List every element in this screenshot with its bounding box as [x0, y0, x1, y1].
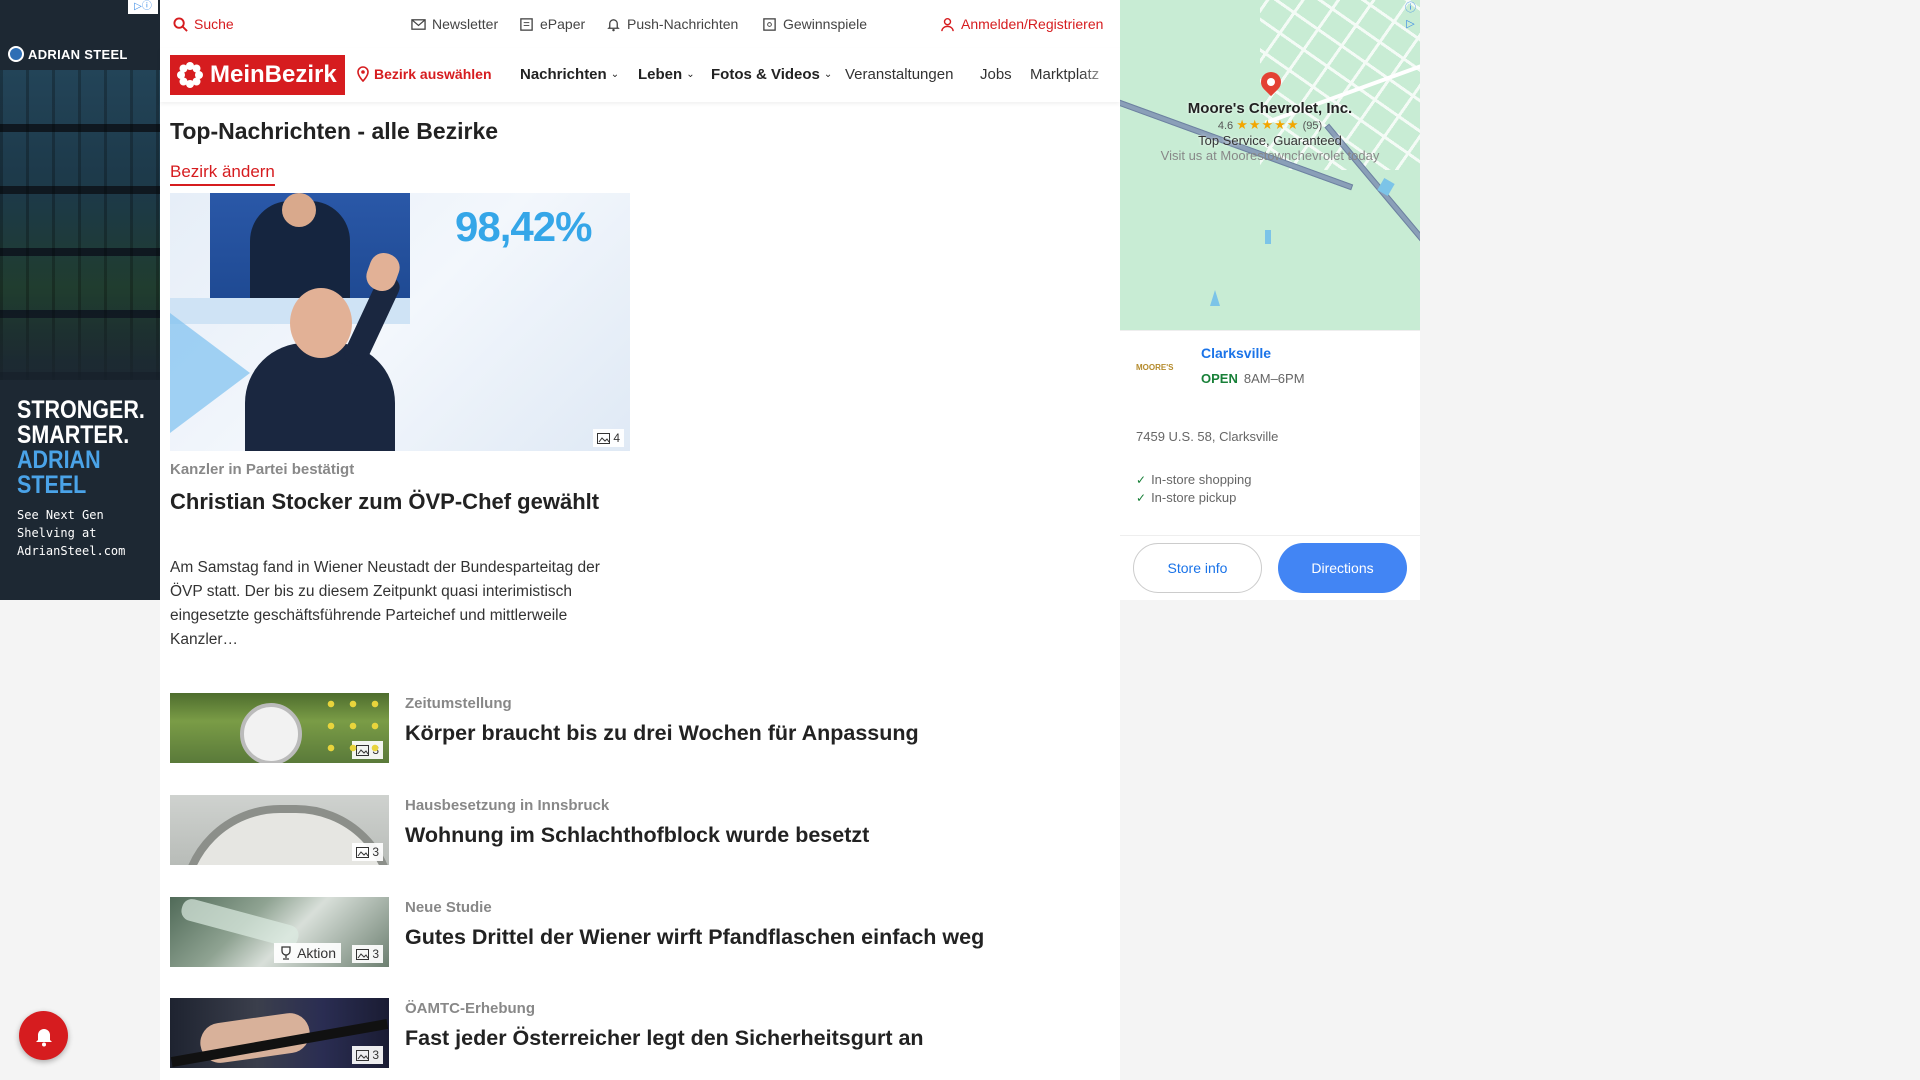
article-kicker: Hausbesetzung in Innsbruck — [405, 797, 610, 814]
ad-slogan: STRONGER. SMARTER. ADRIAN STEEL — [17, 396, 145, 499]
lead-article-image[interactable]: 98,42% 4 — [170, 193, 630, 451]
list-item[interactable]: Aktion 3 Neue Studie Gutes Drittel der W… — [170, 897, 1110, 967]
list-item[interactable]: 3 Zeitumstellung Körper braucht bis zu d… — [170, 693, 1110, 763]
user-icon — [941, 17, 954, 31]
store-info-button[interactable]: Store info — [1133, 543, 1262, 593]
store-details: MOORE'S Clarksville OPEN 8AM–6PM 7459 U.S… — [1120, 330, 1420, 600]
check-icon: ✓ — [1136, 472, 1147, 487]
gewinnspiele-link[interactable]: Gewinnspiele — [762, 16, 867, 32]
nav-item-nachrichten[interactable]: Nachrichten ⌄ — [520, 66, 619, 83]
newsletter-link[interactable]: Newsletter — [411, 16, 498, 32]
store-hours: OPEN 8AM–6PM — [1201, 371, 1305, 386]
article-thumbnail[interactable]: 3 — [170, 693, 389, 763]
page-title: Top-Nachrichten - alle Bezirke — [170, 118, 499, 144]
adchoices-icon[interactable]: ▷ⓘ — [128, 0, 158, 14]
store-feature: ✓ In-store shopping — [1136, 472, 1252, 487]
moores-logo: MOORE'S — [1136, 362, 1174, 372]
place-tagline: Top Service, Guaranteed — [1198, 133, 1342, 148]
directions-button[interactable]: Directions — [1278, 543, 1407, 593]
check-icon: ✓ — [1136, 490, 1147, 505]
place-card: Moore's Chevrolet, Inc. 4.6 ★★★★★ (95) T… — [1120, 100, 1420, 163]
adchoices-icon[interactable]: ⓘ ▷ — [1405, 0, 1416, 32]
article-thumbnail[interactable]: 3 — [170, 795, 389, 865]
flower-logo-icon — [177, 62, 203, 88]
image-count-badge: 3 — [352, 945, 383, 963]
chevron-down-icon: ⌄ — [686, 69, 695, 80]
main-navigation: MeinBezirk Bezirk auswählen Nachrichten ⌄… — [160, 48, 1120, 102]
article-headline[interactable]: Fast jeder Österreicher legt den Sicherh… — [405, 1026, 924, 1051]
article-kicker: Neue Studie — [405, 899, 492, 916]
top-utility-bar: Suche Newsletter ePaper Push-Nachrichten… — [160, 0, 1120, 48]
main-content: Suche Newsletter ePaper Push-Nachrichten… — [160, 0, 1120, 1080]
gallery-icon — [356, 744, 370, 756]
image-count-badge: 3 — [352, 741, 383, 759]
lead-headline[interactable]: Christian Stocker zum ÖVP-Chef gewählt — [170, 486, 620, 517]
gift-icon — [763, 17, 776, 31]
map-ad-banner[interactable]: ⓘ ▷ Moore's Chevrolet, Inc. 4.6 ★★★★★ (95… — [1120, 0, 1420, 600]
push-notifications-link[interactable]: Push-Nachrichten — [606, 16, 738, 32]
left-ad-banner[interactable]: ▷ⓘ ADRIAN STEEL STRONGER. SMARTER. ADRIA… — [0, 0, 160, 600]
place-name: Moore's Chevrolet, Inc. — [1187, 100, 1353, 117]
nav-item-veranstaltungen[interactable]: Veranstaltungen — [845, 66, 953, 83]
login-link[interactable]: Anmelden/Registrieren — [940, 16, 1103, 32]
nav-item-fotos-videos[interactable]: Fotos & Videos ⌄ — [711, 66, 832, 83]
article-kicker: ÖAMTC-Erhebung — [405, 1000, 535, 1017]
nav-item-jobs[interactable]: Jobs — [980, 66, 1012, 83]
bell-icon — [607, 18, 620, 31]
article-headline[interactable]: Körper braucht bis zu drei Wochen für An… — [405, 721, 919, 746]
article-thumbnail[interactable]: Aktion 3 — [170, 897, 389, 967]
district-selector[interactable]: Bezirk auswählen — [356, 66, 492, 82]
chevron-down-icon: ⌄ — [823, 69, 833, 80]
image-count-badge: 3 — [352, 843, 383, 861]
store-address: 7459 U.S. 58, Clarksville — [1136, 429, 1279, 444]
lead-teaser: Am Samstag fand in Wiener Neustadt der B… — [170, 559, 600, 648]
search-icon — [173, 16, 188, 32]
article-headline[interactable]: Wohnung im Schlachthofblock wurde besetz… — [405, 823, 869, 848]
place-visit-text: Visit us at Moorestownchevrolet today — [1160, 148, 1380, 163]
list-item[interactable]: 3 ÖAMTC-Erhebung Fast jeder Österreicher… — [170, 998, 1110, 1068]
store-feature: ✓ In-store pickup — [1136, 490, 1237, 505]
mail-icon — [411, 18, 426, 30]
star-rating-icon: ★★★★★ — [1236, 117, 1300, 132]
article-headline[interactable]: Gutes Drittel der Wiener wirft Pfandflas… — [405, 925, 984, 950]
map-view[interactable]: ⓘ ▷ Moore's Chevrolet, Inc. 4.6 ★★★★★ (95… — [1120, 0, 1420, 330]
image-count-badge: 3 — [352, 1046, 383, 1064]
image-overlay-text: 98,42% — [455, 203, 592, 250]
location-pin-icon — [357, 66, 369, 82]
chevron-down-icon: ⌄ — [610, 69, 620, 80]
list-item[interactable]: 3 Hausbesetzung in Innsbruck Wohnung im … — [170, 795, 1110, 865]
meinbezirk-logo[interactable]: MeinBezirk — [170, 55, 345, 95]
gallery-icon — [597, 432, 611, 444]
article-kicker: Zeitumstellung — [405, 695, 512, 712]
ad-brand-logo: ADRIAN STEEL — [8, 46, 128, 62]
store-city[interactable]: Clarksville — [1201, 345, 1271, 361]
search-link[interactable]: Suche — [173, 16, 234, 32]
gallery-icon — [356, 1049, 370, 1061]
lead-kicker: Kanzler in Partei bestätigt — [170, 461, 355, 478]
trophy-icon — [281, 946, 291, 960]
notification-bell-button[interactable] — [19, 1011, 68, 1060]
place-rating: 4.6 ★★★★★ (95) — [1217, 117, 1323, 132]
gallery-icon — [356, 948, 370, 960]
gallery-icon — [356, 846, 370, 858]
change-district-link[interactable]: Bezirk ändern — [170, 162, 275, 186]
article-thumbnail[interactable]: 3 — [170, 998, 389, 1068]
image-count-badge: 4 — [593, 429, 624, 447]
bell-icon — [35, 1028, 52, 1046]
newspaper-icon — [520, 17, 533, 31]
action-badge: Aktion — [274, 943, 341, 963]
nav-item-leben[interactable]: Leben ⌄ — [638, 66, 695, 83]
epaper-link[interactable]: ePaper — [519, 16, 585, 32]
adrian-steel-logo-icon — [8, 46, 24, 62]
ad-small-text: See Next Gen Shelving at AdrianSteel.com — [17, 508, 126, 558]
